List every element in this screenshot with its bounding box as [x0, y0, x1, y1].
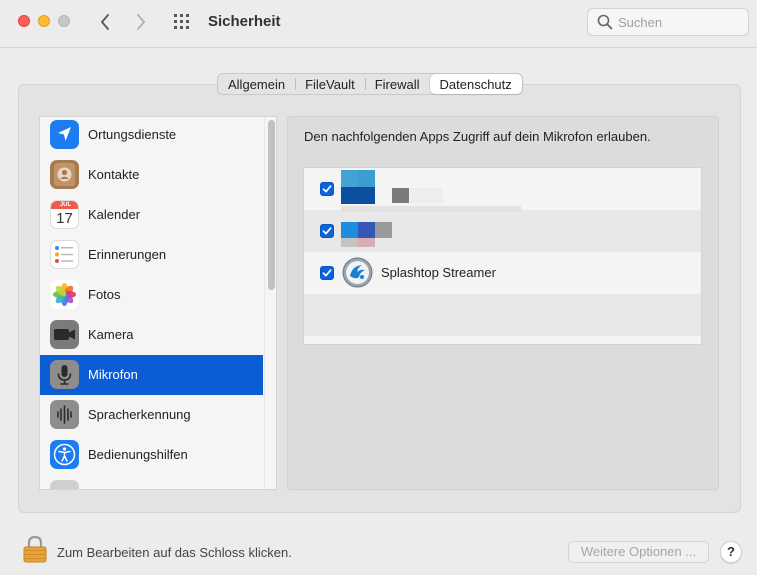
forward-button[interactable]: [131, 12, 151, 32]
sidebar-item-more[interactable]: [40, 475, 263, 489]
splashtop-icon: [342, 257, 373, 288]
waveform-icon: [50, 400, 79, 429]
privacy-category-list: Ortungsdienste Kontakte JUL 17 Kalender …: [39, 116, 277, 490]
app-row: Splashtop Streamer: [304, 252, 701, 294]
chevron-right-icon: [137, 14, 145, 30]
calendar-day: 17: [56, 210, 73, 227]
tab-allgemein[interactable]: Allgemein: [218, 74, 295, 94]
advanced-options-button[interactable]: Weitere Optionen ...: [568, 541, 709, 563]
app-row-empty: [304, 294, 701, 336]
sidebar-item-kamera[interactable]: Kamera: [40, 315, 263, 355]
lock-icon[interactable]: [23, 535, 47, 563]
sidebar-item-label: Kontakte: [88, 167, 140, 182]
location-arrow-icon: [50, 120, 79, 149]
contacts-icon: [50, 160, 79, 189]
lock-hint-text: Zum Bearbeiten auf das Schloss klicken.: [57, 545, 292, 560]
chevron-left-icon: [101, 14, 109, 30]
sidebar-item-erinnerungen[interactable]: Erinnerungen: [40, 235, 263, 275]
app-name: Splashtop Streamer: [381, 265, 496, 280]
tab-bar: Allgemein FileVault Firewall Datenschutz: [217, 73, 523, 95]
sidebar-item-label: Ortungsdienste: [88, 127, 177, 142]
camera-icon: [50, 320, 79, 349]
show-all-grid-icon[interactable]: [173, 13, 193, 31]
window-title: Sicherheit: [208, 13, 281, 30]
sidebar-item-label: Erinnerungen: [88, 247, 167, 262]
sidebar-item-label: Kamera: [88, 327, 134, 342]
help-button[interactable]: ?: [720, 541, 742, 563]
checkmark-icon: [322, 185, 332, 193]
microphone-icon: [50, 360, 79, 389]
sidebar-item-label: Fotos: [88, 287, 121, 302]
app-checkbox[interactable]: [320, 224, 334, 238]
blurred-app-name: [392, 188, 409, 203]
tab-filevault[interactable]: FileVault: [295, 74, 365, 94]
sidebar-item-ortungsdienste[interactable]: Ortungsdienste: [40, 117, 263, 155]
tab-datenschutz[interactable]: Datenschutz: [429, 74, 522, 94]
partially-visible-icon: [50, 480, 79, 489]
reminders-icon: [50, 240, 79, 269]
app-row: [304, 168, 701, 210]
sidebar-item-fotos[interactable]: Fotos: [40, 275, 263, 315]
sidebar-item-mikrofon[interactable]: Mikrofon: [40, 355, 263, 395]
close-window-button[interactable]: [18, 15, 30, 27]
sidebar-item-spracherkennung[interactable]: Spracherkennung: [40, 395, 263, 435]
calendar-month: JUL: [51, 201, 78, 209]
zoom-window-button[interactable]: [58, 15, 70, 27]
blurred-strip: [341, 206, 521, 212]
sidebar-item-kalender[interactable]: JUL 17 Kalender: [40, 195, 263, 235]
sidebar-item-label: Mikrofon: [88, 367, 138, 382]
scroll-thumb[interactable]: [268, 120, 275, 290]
sidebar-item-label: Kalender: [88, 207, 141, 222]
app-checkbox[interactable]: [320, 182, 334, 196]
sidebar-item-label: Spracherkennung: [88, 407, 191, 422]
sidebar-item-kontakte[interactable]: Kontakte: [40, 155, 263, 195]
tab-firewall[interactable]: Firewall: [364, 74, 430, 94]
search-input[interactable]: [618, 13, 742, 31]
minimize-window-button[interactable]: [38, 15, 50, 27]
sidebar-scrollbar[interactable]: [264, 117, 276, 489]
checkmark-icon: [322, 227, 332, 235]
back-button[interactable]: [95, 12, 115, 32]
app-checkbox[interactable]: [320, 266, 334, 280]
description-text: Den nachfolgenden Apps Zugriff auf dein …: [304, 129, 651, 144]
title-bar: Sicherheit: [0, 0, 757, 48]
app-permission-list: Splashtop Streamer: [303, 167, 702, 345]
accessibility-icon: [50, 440, 79, 469]
blurred-app-name: [410, 188, 442, 203]
search-field[interactable]: [587, 8, 749, 36]
search-icon: [597, 14, 613, 30]
checkmark-icon: [322, 269, 332, 277]
photos-icon: [50, 280, 79, 309]
sidebar-item-bedienungshilfen[interactable]: Bedienungshilfen: [40, 435, 263, 475]
calendar-icon: JUL 17: [50, 200, 79, 229]
sidebar-item-label: Bedienungshilfen: [88, 447, 188, 462]
app-row: [304, 206, 701, 252]
